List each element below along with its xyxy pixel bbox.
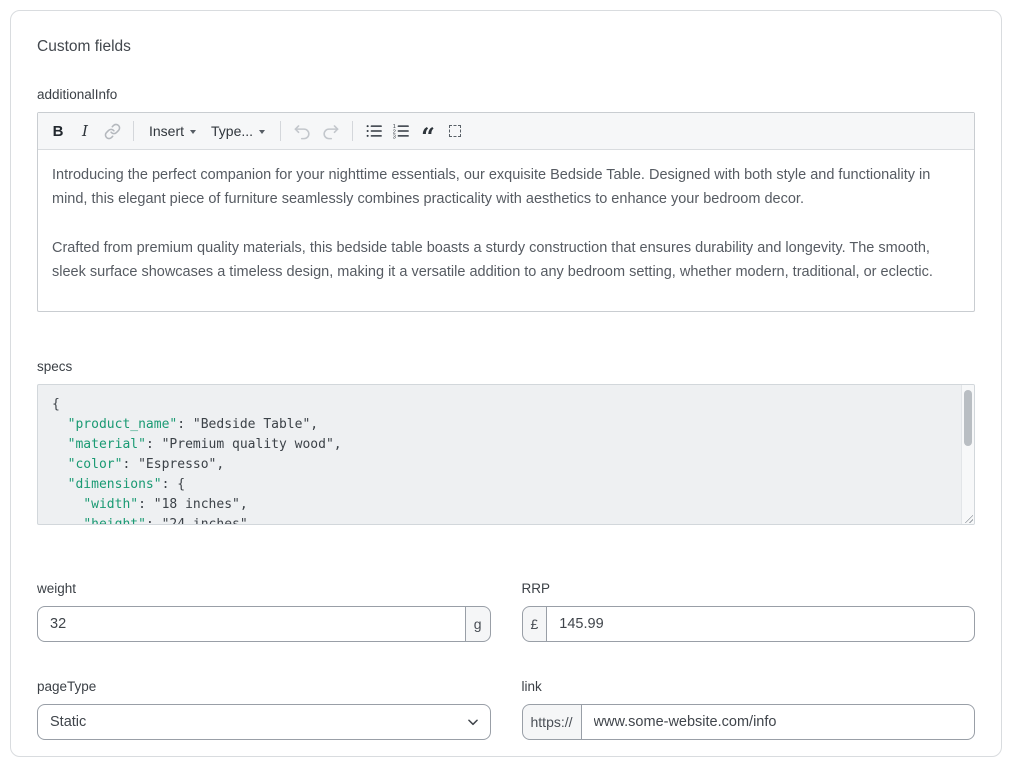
specs-scrollbar-thumb[interactable]	[964, 390, 972, 446]
protocol-addon: https://	[522, 704, 582, 740]
chevron-down-icon	[190, 130, 196, 134]
type-menu-button[interactable]: Type...	[204, 118, 272, 144]
bold-button[interactable]: B	[45, 118, 71, 144]
redo-button[interactable]	[317, 118, 344, 144]
weight-input[interactable]	[37, 606, 466, 642]
specs-field: specs { "product_name": "Bedside Table",…	[37, 359, 975, 525]
numbered-list-icon: 1 2 3	[392, 122, 410, 140]
svg-text:3: 3	[393, 135, 396, 141]
rrp-input[interactable]	[546, 606, 975, 642]
dashed-square-icon	[449, 125, 461, 137]
pagetype-select[interactable]: Static	[37, 704, 491, 740]
blockquote-icon: “	[421, 120, 435, 142]
pagetype-label: pageType	[37, 679, 491, 694]
editor-paragraph: Introducing the perfect companion for yo…	[52, 163, 960, 211]
specs-code-content[interactable]: { "product_name": "Bedside Table", "mate…	[38, 385, 974, 525]
link-label: link	[522, 679, 976, 694]
toolbar-divider	[280, 121, 281, 141]
chevron-down-icon	[259, 130, 265, 134]
italic-button[interactable]: I	[72, 118, 98, 144]
currency-addon: £	[522, 606, 548, 642]
specs-label: specs	[37, 359, 975, 374]
custom-fields-card: Custom fields additionalInfo B I Inse	[10, 10, 1002, 757]
insert-menu-button[interactable]: Insert	[142, 118, 203, 144]
link-button[interactable]	[99, 118, 125, 144]
weight-input-group: g	[37, 606, 491, 642]
undo-button[interactable]	[289, 118, 316, 144]
specs-scrollbar[interactable]	[961, 385, 974, 524]
rrp-field: RRP £	[522, 581, 976, 642]
pagetype-select-wrap: Static	[37, 704, 491, 740]
link-icon	[104, 123, 121, 140]
toolbar-divider	[352, 121, 353, 141]
pagetype-link-row: pageType Static link https://	[37, 679, 975, 740]
weight-unit-addon: g	[465, 606, 491, 642]
type-menu-label: Type...	[211, 123, 253, 139]
link-input[interactable]	[581, 704, 975, 740]
rte-content-editable[interactable]: Introducing the perfect companion for yo…	[38, 150, 974, 312]
link-field: link https://	[522, 679, 976, 740]
specs-code-editor[interactable]: { "product_name": "Bedside Table", "mate…	[37, 384, 975, 525]
bullet-list-icon	[365, 122, 383, 140]
insert-menu-label: Insert	[149, 123, 184, 139]
frame-button[interactable]	[442, 118, 468, 144]
weight-label: weight	[37, 581, 491, 596]
additionalinfo-label: additionalInfo	[37, 87, 975, 102]
undo-icon	[293, 122, 312, 141]
editor-paragraph: Crafted from premium quality materials, …	[52, 236, 960, 284]
rrp-label: RRP	[522, 581, 976, 596]
toolbar-divider	[133, 121, 134, 141]
numbered-list-button[interactable]: 1 2 3	[388, 118, 414, 144]
rrp-input-group: £	[522, 606, 976, 642]
weight-rrp-row: weight g RRP £	[37, 581, 975, 642]
blockquote-button[interactable]: “	[415, 118, 441, 144]
page-title: Custom fields	[37, 38, 975, 56]
pagetype-field: pageType Static	[37, 679, 491, 740]
bullet-list-button[interactable]	[361, 118, 387, 144]
rich-text-editor: B I Insert Type...	[37, 112, 975, 312]
link-input-group: https://	[522, 704, 976, 740]
rte-toolbar: B I Insert Type...	[38, 113, 974, 150]
additionalinfo-field: additionalInfo B I Insert	[37, 87, 975, 312]
redo-icon	[321, 122, 340, 141]
weight-field: weight g	[37, 581, 491, 642]
